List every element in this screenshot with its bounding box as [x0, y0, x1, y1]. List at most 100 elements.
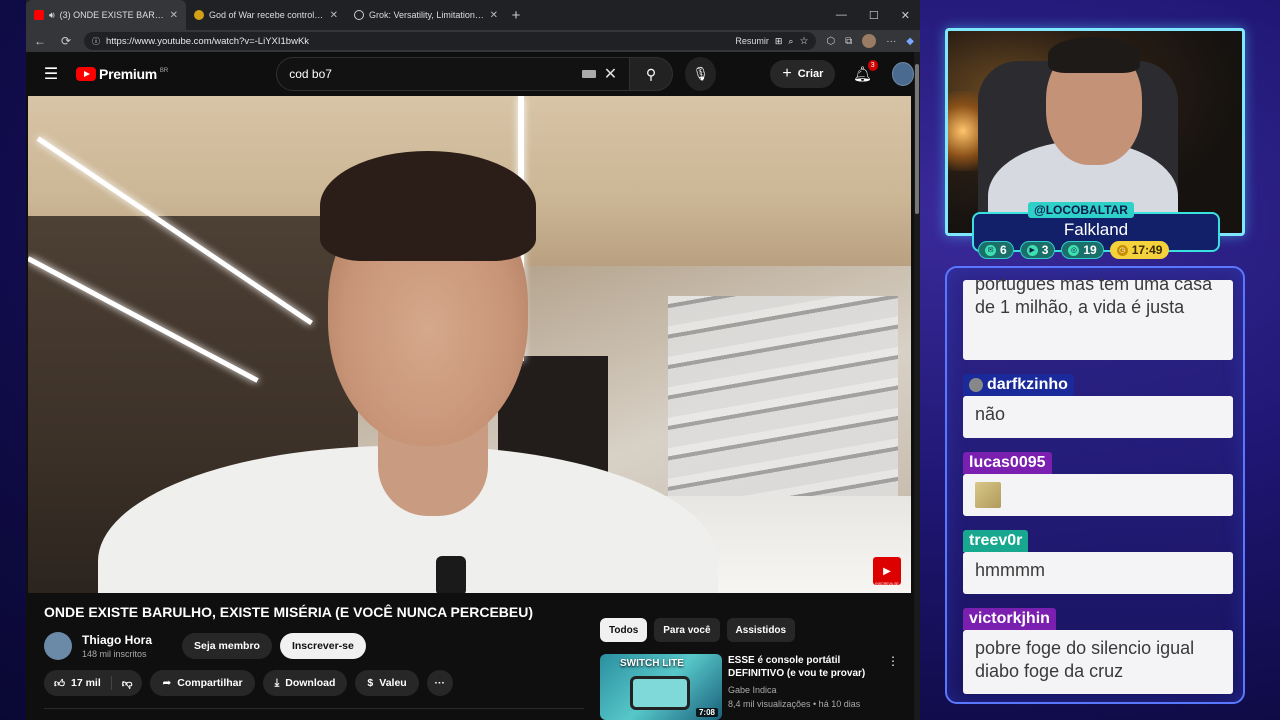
recommended-video[interactable]: SWITCH LITE 7:08 ESSE é console portátil…: [600, 654, 900, 720]
back-icon[interactable]: ←: [32, 34, 48, 48]
lapel-microphone: [436, 556, 466, 593]
hamburger-menu-icon[interactable]: ☰: [26, 64, 76, 84]
plus-icon: +: [782, 65, 792, 82]
chat-message-text: portugues mas tem uma casa de 1 milhão, …: [975, 274, 1213, 317]
stat-value: 19: [1083, 243, 1097, 257]
search-icon: ⚲: [645, 65, 657, 82]
clock-icon: ◷: [1116, 244, 1128, 256]
more-menu-icon[interactable]: ···: [886, 36, 896, 47]
kick-icon: ◎: [1068, 244, 1080, 256]
channel-avatar[interactable]: [44, 632, 72, 660]
new-tab-button[interactable]: +: [506, 7, 526, 24]
username-text: victorkjhin: [969, 610, 1050, 627]
maximize-icon[interactable]: ☐: [869, 9, 879, 22]
speaker-icon[interactable]: 🔊︎: [49, 10, 55, 21]
tab-title: Grok: Versatility, Limitations, and: [369, 10, 485, 20]
stream-stats: ✉ 6 ▶ 3 ◎ 19 ◷ 17:49: [978, 241, 1170, 259]
youtube-play-icon: [76, 67, 97, 81]
notification-badge: 3: [867, 60, 878, 71]
tab-god-of-war[interactable]: God of War recebe controle tem ✕: [186, 0, 346, 30]
more-actions-button[interactable]: ···: [426, 670, 453, 696]
tab-bar: 🔊︎ (3) ONDE EXISTE BARULHO, ✕ God of War…: [26, 0, 920, 30]
subscribe-button[interactable]: Inscrever-se: [279, 633, 366, 659]
zoom-icon[interactable]: ⌕: [788, 36, 793, 47]
chip-watched[interactable]: Assistidos: [726, 618, 796, 642]
browser-toolbar: ⬡ ⧉ ··· ◆: [826, 34, 914, 48]
close-tab-icon[interactable]: ✕: [170, 10, 178, 21]
recommended-title[interactable]: ESSE é console portátil DEFINITIVO (e vo…: [728, 654, 868, 680]
close-window-icon[interactable]: ✕: [901, 9, 910, 22]
like-button[interactable]: 👍︎ 17 mil: [44, 670, 111, 696]
create-button[interactable]: + Criar: [770, 60, 836, 88]
recommended-meta: 8,4 mil visualizações • há 10 dias: [728, 699, 861, 709]
username-text: darfkzinho: [987, 376, 1068, 393]
game-title: Falkland: [1063, 220, 1129, 239]
subscribe-watermark[interactable]: ▶ INSCREVA-SE: [873, 557, 901, 586]
scrollbar-thumb[interactable]: [915, 64, 919, 214]
user-avatar-icon: [969, 378, 983, 392]
recommended-thumbnail[interactable]: SWITCH LITE 7:08: [600, 654, 722, 720]
chat-username: victorkjhin: [963, 608, 1056, 630]
chat-message: pobre foge do silencio igual diabo foge …: [963, 630, 1233, 694]
subscriber-count: 148 mil inscritos: [82, 649, 147, 659]
like-count: 17 mil: [70, 677, 101, 689]
chat-viewers-stat: ✉ 6: [978, 241, 1014, 259]
reader-icon[interactable]: ⊞: [775, 36, 783, 47]
close-tab-icon[interactable]: ✕: [490, 10, 498, 21]
thumbs-up-icon: 👍︎: [54, 677, 65, 690]
video-title: ONDE EXISTE BARULHO, EXISTE MISÉRIA (E V…: [44, 604, 534, 620]
chat-username: treev0r: [963, 530, 1029, 552]
chat-message: portugues mas tem uma casa de 1 milhão, …: [963, 274, 1233, 360]
more-icon: ···: [434, 677, 445, 689]
chat-overlay: portugues mas tem uma casa de 1 milhão, …: [945, 266, 1245, 704]
thanks-label: Valeu: [379, 677, 407, 689]
profile-avatar[interactable]: [862, 34, 877, 48]
console-image: [630, 676, 690, 710]
search-input[interactable]: cod bo7 ✕: [276, 57, 631, 91]
address-bar[interactable]: ⓘ https://www.youtube.com/watch?v=-LiYXI…: [84, 32, 817, 50]
download-label: Download: [285, 677, 336, 689]
thanks-button[interactable]: $ Valeu: [355, 670, 419, 696]
reload-icon[interactable]: ⟳: [58, 34, 74, 48]
collections-icon[interactable]: ⧉: [845, 36, 852, 47]
video-player[interactable]: ▶ INSCREVA-SE: [28, 96, 911, 593]
chat-message: [963, 474, 1233, 516]
download-icon: ⤓: [274, 676, 280, 689]
copilot-icon[interactable]: ◆: [906, 36, 914, 47]
share-button[interactable]: ➦ Compartilhar: [150, 670, 255, 696]
site-info-icon[interactable]: ⓘ: [92, 36, 100, 47]
join-button[interactable]: Seja membro: [182, 633, 272, 659]
more-options-icon[interactable]: ⋮: [886, 654, 900, 720]
notifications-button[interactable]: 🔔︎ 3: [851, 60, 878, 83]
address-bar-row: ← ⟳ ⓘ https://www.youtube.com/watch?v=-L…: [26, 30, 920, 52]
chip-for-you[interactable]: Para você: [654, 618, 720, 642]
recommended-channel[interactable]: Gabe Indica: [728, 685, 886, 695]
summarize-button[interactable]: Resumir: [735, 36, 769, 46]
favorite-star-icon[interactable]: ☆: [799, 36, 808, 47]
chat-username: darfkzinho: [963, 374, 1074, 396]
dislike-button[interactable]: 👎︎: [112, 670, 143, 696]
search-button[interactable]: ⚲: [630, 57, 673, 91]
tab-title: (3) ONDE EXISTE BARULHO,: [59, 10, 165, 20]
tab-grok[interactable]: Grok: Versatility, Limitations, and ✕: [346, 0, 506, 30]
chip-all[interactable]: Todos: [600, 618, 648, 642]
clear-search-icon[interactable]: ✕: [604, 64, 617, 84]
emote-image: [975, 482, 1001, 508]
extensions-icon[interactable]: ⬡: [826, 36, 835, 47]
page-scrollbar[interactable]: [914, 52, 920, 720]
download-button[interactable]: ⤓ Download: [262, 670, 348, 696]
voice-search-button[interactable]: 🎙︎: [684, 57, 717, 91]
keyboard-icon[interactable]: [581, 70, 596, 78]
youtube-premium-logo[interactable]: Premium BR: [76, 66, 224, 82]
streamer-hair: [1048, 37, 1140, 73]
channel-row: Thiago Hora 148 mil inscritos Seja membr…: [44, 632, 366, 660]
share-icon: ➦: [162, 677, 172, 689]
chat-message: hmmmm: [963, 552, 1233, 594]
window-controls: — ☐ ✕: [836, 9, 920, 22]
close-tab-icon[interactable]: ✕: [330, 10, 338, 21]
chat-message-text: pobre foge do silencio igual diabo foge …: [975, 638, 1195, 681]
account-avatar[interactable]: [891, 62, 915, 86]
tab-youtube[interactable]: 🔊︎ (3) ONDE EXISTE BARULHO, ✕: [26, 0, 186, 30]
channel-name[interactable]: Thiago Hora: [82, 633, 152, 647]
minimize-icon[interactable]: —: [836, 9, 847, 22]
